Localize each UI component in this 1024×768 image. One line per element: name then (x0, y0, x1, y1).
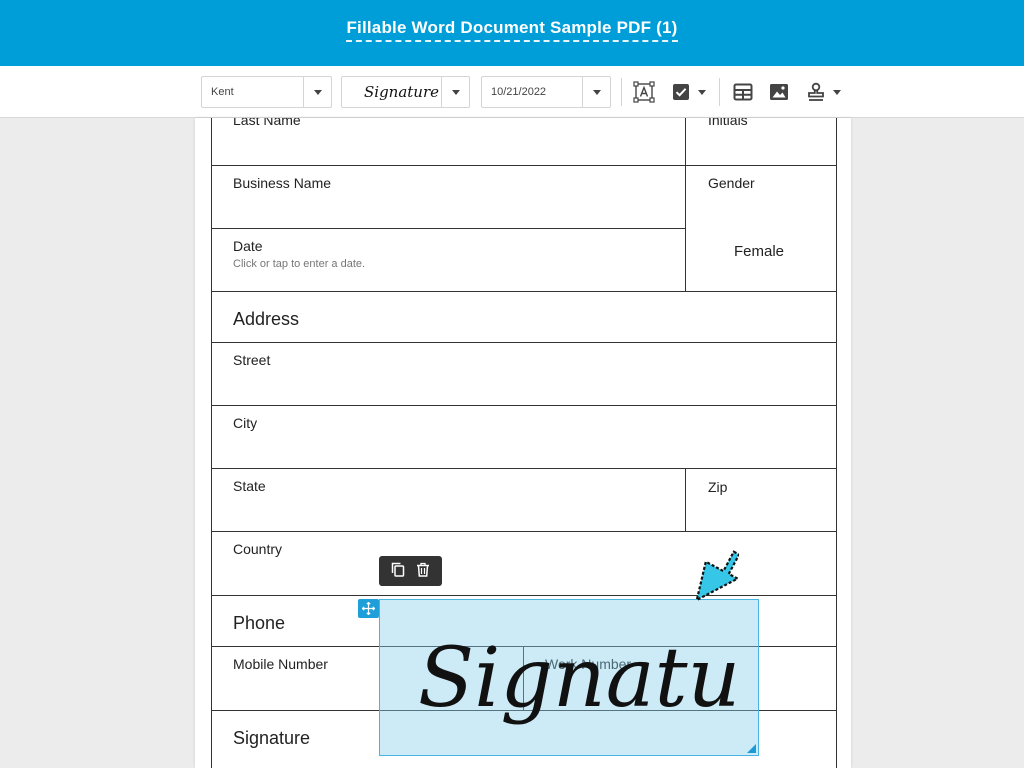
title-bar: Fillable Word Document Sample PDF (1) (0, 0, 1024, 66)
signature-select[interactable]: Signature (341, 76, 470, 108)
toolbar-divider (719, 78, 720, 106)
state-label: State (233, 478, 266, 494)
row-divider (211, 468, 837, 469)
table-border (836, 118, 837, 768)
field-context-menu (379, 556, 442, 586)
column-divider (685, 118, 686, 291)
signature-heading: Signature (233, 728, 311, 748)
row-divider (211, 165, 837, 166)
image-icon[interactable] (767, 80, 791, 104)
chevron-down-icon[interactable] (303, 77, 331, 107)
gender-value[interactable]: Female (734, 243, 784, 260)
zip-label: Zip (708, 479, 728, 495)
last-name-label: Last Name (233, 118, 301, 128)
trash-icon[interactable] (416, 562, 430, 581)
table-icon[interactable] (731, 80, 755, 104)
chevron-down-icon[interactable] (582, 77, 610, 107)
street-label: Street (233, 352, 271, 368)
signature-field[interactable]: Signature (379, 599, 759, 756)
document-title[interactable]: Fillable Word Document Sample PDF (1) (346, 18, 678, 42)
cursor-arrow-icon (695, 545, 741, 617)
move-handle-icon[interactable] (358, 599, 379, 618)
initials-label: Initials (708, 118, 748, 128)
date-select[interactable]: 10/21/2022 (481, 76, 611, 108)
column-divider (685, 468, 686, 531)
chevron-down-icon[interactable] (441, 77, 469, 107)
toolbar: Kent Signature 10/21/2022 (0, 66, 1024, 118)
font-select[interactable]: Kent (201, 76, 332, 108)
row-divider (211, 405, 837, 406)
font-select-value: Kent (211, 86, 234, 98)
row-divider (211, 342, 837, 343)
text-field-icon[interactable] (632, 80, 656, 104)
signature-text: Signature (418, 631, 740, 726)
city-label: City (233, 415, 258, 431)
date-hint[interactable]: Click or tap to enter a date. (233, 258, 365, 270)
row-divider (211, 595, 837, 596)
checkbox-dropdown-icon[interactable] (698, 90, 706, 95)
row-divider (211, 531, 837, 532)
address-heading: Address (233, 309, 300, 329)
date-label: Date (233, 238, 263, 254)
row-divider (211, 228, 686, 229)
toolbar-divider (621, 78, 622, 106)
phone-heading: Phone (233, 613, 286, 633)
stamp-icon[interactable] (804, 80, 828, 104)
table-border (211, 118, 212, 768)
copy-icon[interactable] (391, 562, 405, 581)
stamp-dropdown-icon[interactable] (833, 90, 841, 95)
date-select-value: 10/21/2022 (491, 86, 547, 98)
business-name-label: Business Name (233, 175, 332, 191)
resize-handle-icon[interactable] (747, 744, 756, 753)
country-label: Country (233, 541, 283, 557)
mobile-number-label: Mobile Number (233, 656, 328, 672)
row-divider (211, 291, 837, 292)
checkbox-icon[interactable] (669, 80, 693, 104)
gender-label: Gender (708, 175, 755, 191)
signature-select-value: Signature (364, 83, 440, 101)
